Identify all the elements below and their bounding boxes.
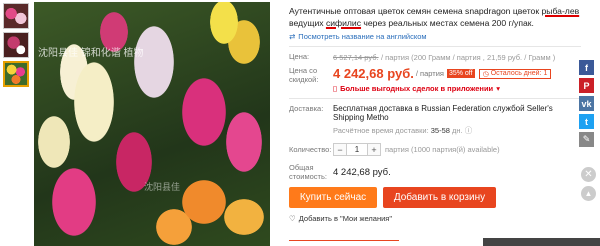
image-watermark-2: 沈阳县佳 <box>144 182 181 192</box>
delivery-time-label: Расчётное время доставки: <box>333 126 429 135</box>
shipping-row: Доставка: Бесплатная доставка в Russian … <box>289 104 581 136</box>
title-underlined-2: сифилис <box>325 17 362 28</box>
discount-badge: 35% off <box>446 69 475 78</box>
thumbnail-list <box>3 3 29 90</box>
quantity-note: партия (1000 партия(й) available) <box>385 145 500 154</box>
action-buttons: Купить сейчас Добавить в корзину <box>289 187 581 208</box>
image-watermark: 沈阳县佳 锦和化谐 植物 <box>38 48 144 59</box>
title-text-1: Аутентичные оптовая цветок семян семена … <box>289 6 542 16</box>
twitter-icon[interactable]: t <box>579 114 594 129</box>
add-to-cart-button[interactable]: Добавить в корзину <box>383 187 496 208</box>
time-left-badge: ◷ Осталось дней: 1 <box>478 68 552 79</box>
translate-link[interactable]: ⇄ Посмотреть название на английском <box>289 32 581 41</box>
price-row: Цена: 6 527,14 руб. / партия (200 Грамм … <box>289 52 581 62</box>
info-icon[interactable]: ⓘ <box>465 126 473 135</box>
delivery-time-unit: дн. <box>452 126 463 135</box>
pinterest-icon[interactable]: P <box>579 78 594 93</box>
app-deals-label: Больше выгодных сделок в приложении <box>340 84 494 93</box>
thumbnail-3-selected[interactable] <box>3 61 29 87</box>
title-text-2: ведущих <box>289 17 326 28</box>
wishlist-label: Добавить в "Мои желания" <box>298 214 393 223</box>
close-icon[interactable]: ✕ <box>581 167 596 182</box>
title-underlined-1: рыба-лев <box>541 6 580 16</box>
price-unit: / партия <box>415 69 444 78</box>
bottom-divider <box>289 240 399 246</box>
social-share-bar: f P vk t ✎ <box>579 60 594 150</box>
delivery-time-value: 35-58 <box>430 126 450 135</box>
total-label: Общая стоимость: <box>289 163 327 181</box>
vk-icon[interactable]: vk <box>579 96 594 111</box>
scroll-up-icon[interactable]: ▲ <box>581 186 596 201</box>
time-left-text: Осталось дней: 1 <box>490 70 548 77</box>
translate-link-label: Посмотреть название на английском <box>298 32 427 41</box>
shipping-text[interactable]: Бесплатная доставка в Russian Federation… <box>333 104 581 122</box>
quantity-label: Количество: <box>289 145 332 154</box>
quantity-plus-button[interactable]: + <box>367 143 381 156</box>
thumbnail-1[interactable] <box>3 3 29 29</box>
bottom-toolbar <box>483 238 600 246</box>
discount-price-row: Цена со скидкой: 4 242,68 руб. / партия … <box>289 66 581 93</box>
discount-price-label: Цена со скидкой: <box>289 66 319 84</box>
old-price-note: / партия (200 Грамм / партия , 21,59 руб… <box>380 53 556 62</box>
quantity-row: Количество: − 1 + партия (1000 партия(й)… <box>289 143 581 156</box>
shipping-label: Доставка: <box>289 104 324 113</box>
quantity-minus-button[interactable]: − <box>333 143 347 156</box>
title-text-3: через реальных местах семена 200 г/упак. <box>361 17 534 28</box>
total-value: 4 242,68 руб. <box>333 166 391 178</box>
translate-icon: ⇄ <box>289 32 296 41</box>
chevron-down-icon: ▾ <box>496 84 500 93</box>
price-label: Цена: <box>289 52 310 61</box>
heart-icon: ♡ <box>289 214 296 223</box>
product-info: Аутентичные оптовая цветок семян семена … <box>289 6 581 223</box>
quantity-input[interactable]: 1 <box>347 143 367 156</box>
quantity-stepper: − 1 + партия (1000 партия(й) available) <box>333 143 500 156</box>
product-title: Аутентичные оптовая цветок семян семена … <box>289 6 581 29</box>
app-deals-link[interactable]: ▯ Больше выгодных сделок в приложении ▾ <box>333 84 551 93</box>
phone-icon: ▯ <box>333 84 338 93</box>
delivery-time: Расчётное время доставки: 35-58 дн. ⓘ <box>333 125 581 136</box>
divider <box>289 98 581 99</box>
total-row: Общая стоимость: 4 242,68 руб. <box>289 163 581 181</box>
edit-icon[interactable]: ✎ <box>579 132 594 147</box>
clock-icon: ◷ <box>482 70 489 78</box>
thumbnail-2[interactable] <box>3 32 29 58</box>
buy-now-button[interactable]: Купить сейчас <box>289 187 377 208</box>
product-main-image[interactable]: 沈阳县佳 锦和化谐 植物 沈阳县佳 <box>34 2 270 246</box>
divider <box>289 46 581 47</box>
facebook-icon[interactable]: f <box>579 60 594 75</box>
wishlist-link[interactable]: ♡ Добавить в "Мои желания" <box>289 214 581 223</box>
old-price: 6 527,14 руб. <box>333 53 379 62</box>
current-price: 4 242,68 руб. <box>333 66 414 81</box>
